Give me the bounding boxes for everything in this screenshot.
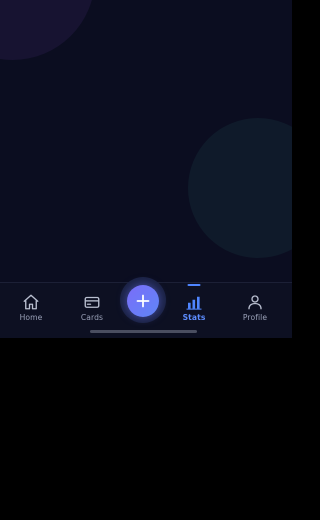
decorative-circle-right [188, 118, 292, 258]
tab-stats-label: Stats [182, 313, 206, 322]
user-icon [248, 295, 262, 310]
plus-icon [136, 294, 150, 308]
tab-cards-label: Cards [80, 313, 104, 322]
card-icon [84, 296, 100, 308]
tab-home[interactable]: Home [2, 283, 60, 338]
home-indicator[interactable] [90, 330, 197, 333]
home-icon [23, 294, 39, 310]
tab-home-label: Home [19, 313, 43, 322]
app-screen: Home Cards Stats Profile [0, 0, 292, 338]
decorative-circle-top [0, 0, 95, 60]
bar-chart-icon [186, 296, 202, 310]
active-tab-indicator [187, 284, 201, 286]
tab-profile-label: Profile [242, 313, 268, 322]
add-button[interactable] [127, 285, 159, 317]
tab-profile[interactable]: Profile [226, 283, 284, 338]
